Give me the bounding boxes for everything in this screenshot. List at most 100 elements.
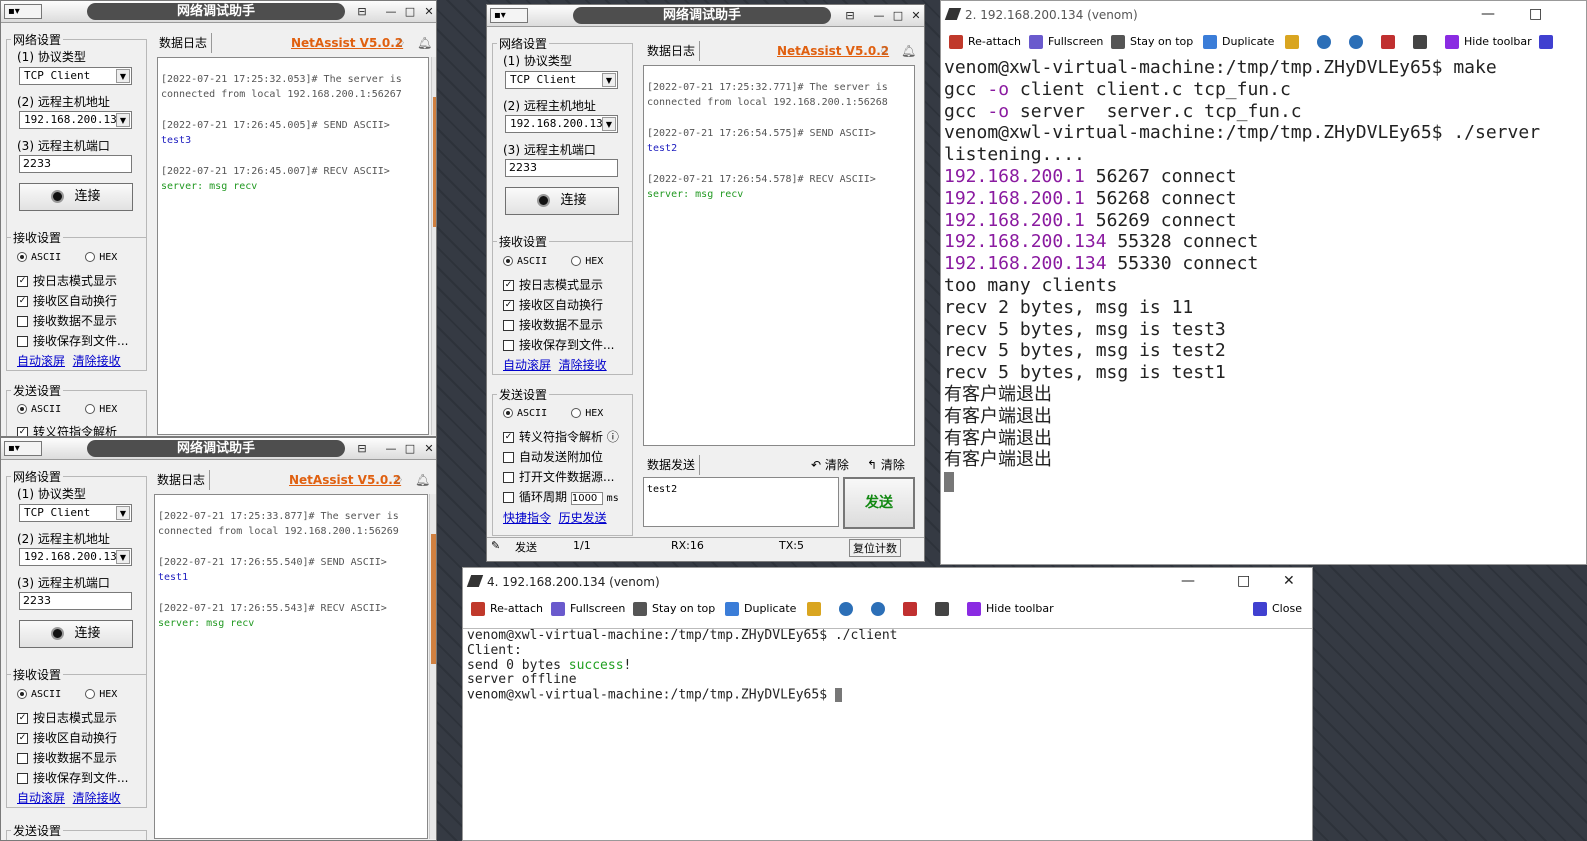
bell-icon[interactable]: 🔔︎ bbox=[417, 33, 432, 53]
recv-ascii-radio[interactable]: ASCII HEX bbox=[17, 252, 117, 263]
fullscreen-button[interactable]: Fullscreen bbox=[1029, 35, 1103, 49]
escape-checkbox[interactable]: ✓ 转义符指令解析 ⓘ bbox=[503, 428, 619, 445]
send-ascii-radio[interactable]: ASCII HEX bbox=[503, 408, 603, 419]
minimize-icon[interactable]: — bbox=[1181, 573, 1195, 589]
send-ascii-radio[interactable]: ASCII HEX bbox=[17, 404, 117, 415]
maximize-icon[interactable]: □ bbox=[890, 8, 906, 23]
terminal-output[interactable]: venom@xwl-virtual-machine:/tmp/tmp.ZHyDV… bbox=[463, 628, 1312, 703]
pin-icon[interactable]: ⊟ bbox=[842, 8, 858, 23]
tab-log[interactable]: 数据日志 bbox=[155, 33, 213, 53]
minimize-icon[interactable]: — bbox=[1481, 6, 1495, 22]
maximize-icon[interactable]: □ bbox=[1529, 6, 1542, 22]
connect-button[interactable]: 连接 bbox=[19, 620, 133, 648]
brand-link[interactable]: NetAssist V5.0.2 bbox=[291, 33, 403, 53]
print-icon[interactable] bbox=[1413, 35, 1432, 49]
auto-scroll-link[interactable]: 自动滚屏 bbox=[503, 358, 551, 372]
brand-link[interactable]: NetAssist V5.0.2 bbox=[289, 470, 401, 490]
history-link[interactable]: 历史发送 bbox=[559, 511, 607, 525]
reattach-button[interactable]: Re-attach bbox=[471, 602, 543, 616]
terminal-titlebar[interactable]: 2. 192.168.200.134 (venom) — □ bbox=[941, 1, 1586, 31]
log-area[interactable]: [2022-07-21 17:25:33.877]# The server is… bbox=[154, 494, 428, 839]
log-mode-checkbox[interactable]: ✓ 按日志模式显示 bbox=[503, 276, 603, 293]
zoom-out-icon[interactable] bbox=[871, 602, 890, 616]
port-input[interactable]: 2233 bbox=[19, 592, 132, 610]
app-menu-icon[interactable]: ▪▾ bbox=[4, 4, 42, 19]
send-textarea[interactable]: test2 bbox=[643, 477, 839, 527]
host-select[interactable]: 192.168.200.134 ▼ bbox=[19, 548, 132, 566]
auto-scroll-link[interactable]: 自动滚屏 bbox=[17, 354, 65, 368]
save-file-checkbox[interactable]: 接收保存到文件... bbox=[17, 332, 128, 349]
protocol-select[interactable]: TCP Client ▼ bbox=[19, 67, 132, 85]
zoom-out-icon[interactable] bbox=[1349, 35, 1368, 49]
auto-wrap-checkbox[interactable]: ✓ 接收区自动换行 bbox=[17, 729, 117, 746]
host-select[interactable]: 192.168.200.134 ▼ bbox=[19, 111, 132, 129]
app-menu-icon[interactable]: ▪▾ bbox=[4, 441, 42, 456]
fullscreen-button[interactable]: Fullscreen bbox=[551, 602, 625, 616]
reattach-button[interactable]: Re-attach bbox=[949, 35, 1021, 49]
close-button[interactable]: Close bbox=[1253, 602, 1302, 616]
close-icon[interactable]: ✕ bbox=[908, 8, 924, 23]
scrollbar[interactable] bbox=[431, 57, 436, 435]
log-mode-checkbox[interactable]: ✓ 按日志模式显示 bbox=[17, 272, 117, 289]
reset-count-button[interactable]: 复位计数 bbox=[849, 539, 901, 557]
port-input[interactable]: 2233 bbox=[19, 155, 132, 173]
maximize-icon[interactable]: □ bbox=[1237, 573, 1250, 589]
open-file-checkbox[interactable]: 打开文件数据源... bbox=[503, 468, 614, 485]
edit-icon[interactable] bbox=[807, 602, 826, 616]
protocol-select[interactable]: TCP Client ▼ bbox=[505, 71, 618, 89]
recv-ascii-radio[interactable]: ASCII HEX bbox=[17, 689, 117, 700]
zoom-in-icon[interactable] bbox=[839, 602, 858, 616]
no-show-checkbox[interactable]: 接收数据不显示 bbox=[17, 312, 117, 329]
log-mode-checkbox[interactable]: ✓ 按日志模式显示 bbox=[17, 709, 117, 726]
close-icon[interactable]: ✕ bbox=[421, 441, 436, 456]
stay-on-top-button[interactable]: Stay on top bbox=[1111, 35, 1193, 49]
bell-icon[interactable]: 🔔︎ bbox=[415, 470, 430, 490]
no-show-checkbox[interactable]: 接收数据不显示 bbox=[503, 316, 603, 333]
info-icon[interactable]: ⓘ bbox=[607, 430, 619, 444]
duplicate-button[interactable]: Duplicate bbox=[1203, 35, 1274, 49]
close-icon[interactable] bbox=[1539, 35, 1558, 49]
clear-send-a-button[interactable]: ↶ 清除 bbox=[811, 455, 849, 475]
radio-off-icon[interactable] bbox=[571, 256, 582, 266]
tab-send[interactable]: 数据发送 bbox=[643, 455, 701, 475]
pin-icon[interactable]: ⊟ bbox=[354, 441, 370, 456]
close-icon[interactable]: ✕ bbox=[421, 4, 436, 19]
terminal-output[interactable]: venom@xwl-virtual-machine:/tmp/tmp.ZHyDV… bbox=[941, 57, 1586, 493]
minimize-icon[interactable]: — bbox=[383, 441, 399, 456]
escape-checkbox[interactable]: ✓ 转义符指令解析 bbox=[17, 423, 117, 436]
connect-button[interactable]: 连接 bbox=[505, 187, 619, 215]
terminal-titlebar[interactable]: 4. 192.168.200.134 (venom) — □ ✕ bbox=[463, 568, 1312, 598]
hide-toolbar-button[interactable]: Hide toolbar bbox=[967, 602, 1054, 616]
clear-send-b-button[interactable]: ↰ 清除 bbox=[867, 455, 905, 475]
protocol-select[interactable]: TCP Client ▼ bbox=[19, 504, 132, 522]
duplicate-button[interactable]: Duplicate bbox=[725, 602, 796, 616]
tab-log[interactable]: 数据日志 bbox=[643, 41, 701, 61]
minimize-icon[interactable]: — bbox=[383, 4, 399, 19]
radio-off-icon[interactable] bbox=[571, 408, 582, 418]
app-menu-icon[interactable]: ▪▾ bbox=[490, 8, 528, 23]
scrollbar[interactable] bbox=[429, 494, 436, 839]
auto-scroll-link[interactable]: 自动滚屏 bbox=[17, 791, 65, 805]
diamond-icon[interactable]: ♢ bbox=[393, 470, 404, 490]
connect-button[interactable]: 连接 bbox=[19, 183, 133, 211]
auto-wrap-checkbox[interactable]: ✓ 接收区自动换行 bbox=[503, 296, 603, 313]
scroll-thumb[interactable] bbox=[433, 97, 436, 227]
send-button[interactable]: 发送 bbox=[843, 477, 915, 529]
print-icon[interactable] bbox=[935, 602, 954, 616]
brand-link[interactable]: NetAssist V5.0.2 bbox=[777, 41, 889, 61]
host-select[interactable]: 192.168.200.134 ▼ bbox=[505, 115, 618, 133]
cycle-input[interactable]: 1000 bbox=[570, 492, 603, 505]
clear-recv-link[interactable]: 清除接收 bbox=[73, 354, 121, 368]
minimize-icon[interactable]: — bbox=[871, 8, 887, 23]
cycle-checkbox[interactable]: 循环周期 1000 ms bbox=[503, 488, 619, 505]
log-area[interactable]: [2022-07-21 17:25:32.771]# The server is… bbox=[643, 65, 915, 446]
scroll-thumb[interactable] bbox=[431, 534, 436, 664]
stay-on-top-button[interactable]: Stay on top bbox=[633, 602, 715, 616]
zoom-in-icon[interactable] bbox=[1317, 35, 1336, 49]
close-icon[interactable]: ✕ bbox=[1283, 573, 1295, 589]
pin-icon[interactable]: ⊟ bbox=[354, 4, 370, 19]
save-file-checkbox[interactable]: 接收保存到文件... bbox=[503, 336, 614, 353]
bell-icon[interactable]: 🔔︎ bbox=[901, 41, 916, 61]
auto-wrap-checkbox[interactable]: ✓ 接收区自动换行 bbox=[17, 292, 117, 309]
diamond-icon[interactable]: ♢ bbox=[395, 33, 406, 53]
